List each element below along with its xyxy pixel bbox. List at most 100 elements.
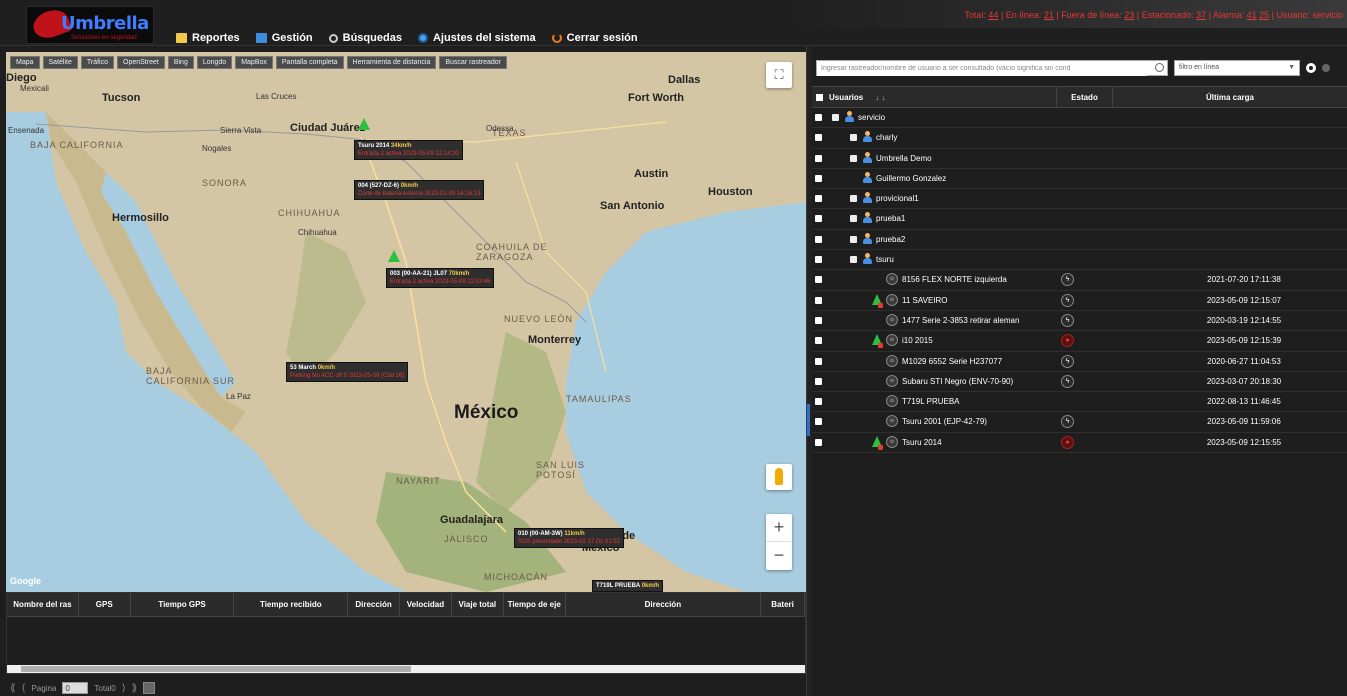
vehicle-label[interactable]: T719L PRUEBA 0km/h bbox=[592, 580, 664, 592]
col-direccion[interactable]: Dirección bbox=[348, 593, 401, 616]
expand-icon[interactable] bbox=[832, 114, 839, 121]
refresh-icon[interactable] bbox=[143, 682, 156, 694]
row-checkbox[interactable] bbox=[815, 337, 822, 345]
expand-icon[interactable] bbox=[850, 134, 857, 142]
row-checkbox[interactable] bbox=[815, 438, 822, 446]
map-type-bing[interactable]: Bing bbox=[167, 56, 194, 69]
row-checkbox[interactable] bbox=[815, 316, 822, 324]
tree-user-row[interactable]: Umbrella Demo bbox=[812, 149, 1347, 169]
tree-user-row[interactable]: tsuru bbox=[812, 250, 1347, 271]
nav-ajustes[interactable]: Ajustes del sistema bbox=[417, 32, 536, 44]
col-viaje-total[interactable]: Viaje total bbox=[452, 593, 504, 616]
online-filter-select[interactable]: filtro en línea ▼ bbox=[1174, 60, 1300, 76]
row-checkbox[interactable] bbox=[815, 296, 822, 304]
last-page-button[interactable]: ⟫ bbox=[132, 683, 138, 694]
map-view[interactable]: Mapa Satélite Tráfico OpenStreet Bing Lo… bbox=[6, 52, 806, 592]
online-count[interactable]: 21 bbox=[1044, 10, 1054, 20]
row-checkbox[interactable] bbox=[815, 276, 822, 284]
row-checkbox[interactable] bbox=[815, 195, 822, 203]
row-checkbox[interactable] bbox=[815, 357, 822, 365]
row-checkbox[interactable] bbox=[815, 215, 822, 223]
tree-user-row[interactable]: prueba1 bbox=[812, 209, 1347, 230]
col-tiempo-gps[interactable]: Tiempo GPS bbox=[131, 593, 235, 616]
tree-device-row[interactable]: ⊙ Tsuru 2014 ● 2023-05-09 12:15:55 bbox=[812, 433, 1347, 454]
col-usuarios[interactable]: Usuarios ↓ ↓ bbox=[812, 87, 1057, 107]
row-checkbox[interactable] bbox=[815, 377, 822, 385]
col-nombre[interactable]: Nombre del ras bbox=[7, 593, 79, 616]
grid-horizontal-scrollbar[interactable] bbox=[7, 665, 805, 673]
status-alarm-icon[interactable]: ● bbox=[1061, 334, 1074, 348]
nav-cerrar-sesion[interactable]: Cerrar sesión bbox=[551, 32, 638, 44]
nav-gestion[interactable]: Gestión bbox=[255, 32, 313, 44]
tree-user-row[interactable]: charly bbox=[812, 128, 1347, 149]
col-direccion-2[interactable]: Dirección bbox=[566, 593, 762, 616]
status-ok-icon[interactable]: ϟ bbox=[1061, 293, 1074, 307]
tree-user-row[interactable]: provicional1 bbox=[812, 189, 1347, 210]
alarm-count[interactable]: 41 bbox=[1247, 10, 1257, 20]
vehicle-marker-icon[interactable] bbox=[358, 118, 370, 130]
map-type-openstreet[interactable]: OpenStreet bbox=[117, 56, 165, 69]
tracker-search-input[interactable] bbox=[817, 61, 1147, 76]
alarm-extra-count[interactable]: 25 bbox=[1259, 10, 1269, 20]
first-page-button[interactable]: ⟪ bbox=[10, 683, 16, 694]
expand-icon[interactable] bbox=[850, 235, 857, 243]
vehicle-label[interactable]: Tsuru 2014 34km/h Entrada 2 activa 2023-… bbox=[354, 140, 463, 160]
expand-icon[interactable] bbox=[850, 195, 857, 203]
search-icon[interactable] bbox=[1155, 63, 1164, 72]
status-ok-icon[interactable]: ϟ bbox=[1061, 273, 1074, 287]
zoom-in-button[interactable]: + bbox=[766, 514, 792, 542]
prev-page-button[interactable]: ⟨ bbox=[22, 683, 26, 694]
map-fullscreen-icon[interactable]: ⛶ bbox=[766, 62, 792, 88]
offline-count[interactable]: 23 bbox=[1124, 10, 1134, 20]
tree-device-row[interactable]: ⊙ M1029 6552 Serie H237077 ϟ 2020-06-27 11:… bbox=[812, 352, 1347, 372]
col-tiempo-recibido[interactable]: Tiempo recibido bbox=[234, 593, 349, 616]
row-checkbox[interactable] bbox=[815, 256, 822, 264]
tree-user-row[interactable]: prueba2 bbox=[812, 230, 1347, 251]
status-alarm-icon[interactable]: ● bbox=[1061, 435, 1074, 449]
zoom-out-button[interactable]: − bbox=[766, 542, 792, 570]
distance-tool-button[interactable]: Herramienta de distancia bbox=[346, 56, 437, 69]
vehicle-label[interactable]: 003 (00-AA-21) JL07 70km/h Entrada 2 act… bbox=[386, 268, 495, 288]
vehicle-label[interactable]: 53 March 0km/h Parking No ACC off 0 2023… bbox=[286, 362, 409, 382]
map-type-satelite[interactable]: Satélite bbox=[42, 56, 78, 69]
vehicle-label[interactable]: 004 (527-DZ-6) 0km/h Corte de batería ex… bbox=[354, 180, 485, 200]
vehicle-label[interactable]: 010 (00-AM-3W) 11km/h SOS presionado 202… bbox=[514, 528, 625, 548]
tree-device-row[interactable]: ⊙ 1477 Serie 2-3853 retirar aleman ϟ 2020-0… bbox=[812, 311, 1347, 332]
map-type-mapbox[interactable]: MapBox bbox=[235, 56, 273, 69]
umbrella-logo[interactable]: Umbrella Soluciones en seguridad bbox=[26, 5, 154, 44]
tree-user-row[interactable]: Guillermo Gonzalez bbox=[812, 169, 1347, 190]
col-ultima-carga[interactable]: Última carga bbox=[1113, 87, 1347, 107]
row-checkbox[interactable] bbox=[815, 174, 822, 182]
tree-device-row[interactable]: ⊙ Subaru STI Negro (ENV-70-90) ϟ 2023-03-07… bbox=[812, 372, 1347, 393]
select-all-checkbox[interactable] bbox=[816, 94, 823, 101]
tree-device-row[interactable]: ⊙ Tsuru 2001 (EJP-42-79) ϟ 2023-05-09 11:59… bbox=[812, 412, 1347, 433]
fullscreen-button[interactable]: Pantalla completa bbox=[275, 56, 344, 69]
tree-device-row[interactable]: ⊙ 8156 FLEX NORTE izquierda ϟ 2021-07-20 17… bbox=[812, 270, 1347, 291]
col-velocidad[interactable]: Velocidad bbox=[400, 593, 452, 616]
col-bateria[interactable]: Bateri bbox=[761, 593, 805, 616]
map-type-mapa[interactable]: Mapa bbox=[10, 56, 40, 69]
tree-user-row[interactable]: servicio bbox=[812, 108, 1347, 129]
status-ok-icon[interactable]: ϟ bbox=[1061, 415, 1074, 429]
status-ok-icon[interactable]: ϟ bbox=[1061, 374, 1074, 388]
vehicle-marker-icon[interactable] bbox=[388, 250, 400, 262]
page-input[interactable] bbox=[62, 682, 89, 694]
row-checkbox[interactable] bbox=[815, 134, 822, 142]
row-checkbox[interactable] bbox=[815, 154, 822, 162]
col-estado[interactable]: Estado bbox=[1057, 87, 1113, 107]
map-type-longdo[interactable]: Longdo bbox=[196, 56, 233, 69]
col-tiempo-eje[interactable]: Tiempo de eje bbox=[504, 593, 566, 616]
col-gps[interactable]: GPS bbox=[79, 593, 131, 616]
find-tracker-button[interactable]: Buscar rastreador bbox=[439, 56, 508, 69]
row-checkbox[interactable] bbox=[815, 398, 822, 406]
expand-icon[interactable] bbox=[850, 256, 857, 264]
row-checkbox[interactable] bbox=[815, 235, 822, 243]
map-layer-trafico[interactable]: Tráfico bbox=[80, 56, 115, 69]
nav-reportes[interactable]: Reportes bbox=[176, 32, 240, 44]
street-view-pegman-icon[interactable] bbox=[766, 464, 792, 490]
row-checkbox[interactable] bbox=[815, 114, 822, 121]
tree-device-row[interactable]: ⊙ 11 SAVEIRO ϟ 2023-05-09 12:15:07 bbox=[812, 291, 1347, 311]
tree-device-row[interactable]: ⊙ T719L PRUEBA 2022-08-13 11:46:45 bbox=[812, 392, 1347, 413]
total-count[interactable]: 44 bbox=[988, 10, 998, 20]
status-ok-icon[interactable]: ϟ bbox=[1061, 313, 1074, 327]
